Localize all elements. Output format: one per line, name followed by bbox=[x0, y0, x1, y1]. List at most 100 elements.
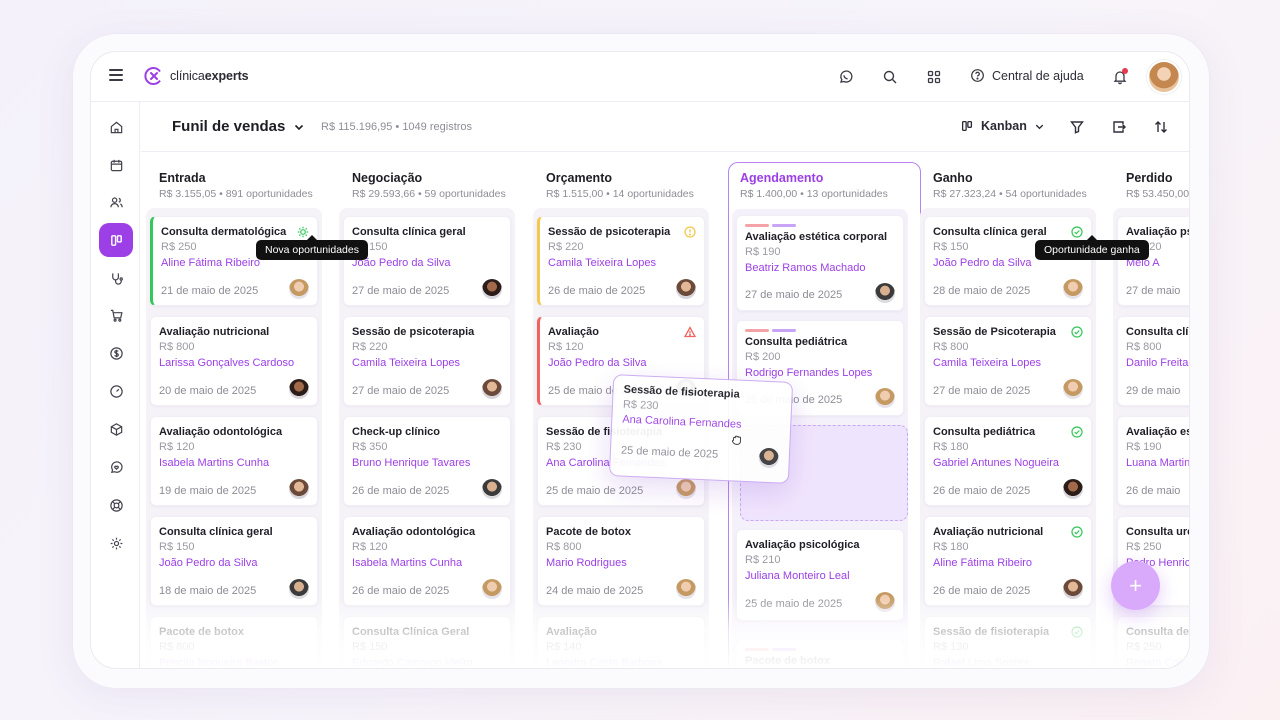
avatar bbox=[676, 479, 696, 499]
chevron-down-icon bbox=[295, 124, 304, 130]
card-title: Avaliação ps bbox=[1126, 226, 1190, 238]
kanban-icon[interactable] bbox=[99, 223, 133, 257]
logo-mark-icon bbox=[144, 67, 161, 85]
dollar-icon[interactable] bbox=[99, 336, 133, 370]
opportunity-card[interactable]: Avaliação es R$ 190 Luana Martin 26 de maio bbox=[1117, 416, 1190, 506]
card-client: João Pedro da Silva bbox=[548, 357, 647, 369]
settings-icon[interactable] bbox=[99, 526, 133, 560]
card-title: Consulta pediátrica bbox=[745, 336, 848, 348]
opportunity-card[interactable]: Consulta clínica geral R$ 150 João Pedro d… bbox=[343, 216, 511, 306]
avatar bbox=[482, 279, 502, 299]
view-selector[interactable]: Kanban bbox=[960, 119, 1045, 133]
opportunity-card[interactable]: Pacote de botox R$ 800 Priscila Nogueira B… bbox=[150, 616, 318, 668]
menu-icon[interactable] bbox=[109, 69, 123, 81]
card-title: Consulta clínica geral bbox=[352, 226, 466, 238]
opportunity-card[interactable]: Consulta clínica geral R$ 150 João Pedro d… bbox=[150, 516, 318, 606]
box-icon[interactable] bbox=[99, 412, 133, 446]
avatar bbox=[676, 579, 696, 599]
avatar bbox=[289, 479, 309, 499]
warning-circle-icon bbox=[684, 226, 696, 238]
card-date: 19 de maio de 2025 bbox=[159, 485, 257, 497]
opportunity-card[interactable]: Consulta clín R$ 800 Danilo Freita 29 de ma… bbox=[1117, 316, 1189, 406]
card-title: Sessão de psicoterapia bbox=[352, 326, 475, 338]
opportunity-card[interactable]: Avaliação R$ 140 Leandra Costa Barbosa bbox=[537, 616, 705, 668]
check-circle-icon bbox=[1071, 326, 1083, 338]
card-title: Sessão de fisioterapia bbox=[623, 383, 740, 401]
opportunity-card[interactable]: Consulta clínica geral R$ 150 João Pedro d… bbox=[924, 216, 1092, 306]
opportunity-card[interactable]: Sessão de psicoterapia R$ 220 Camila Teixe… bbox=[537, 216, 705, 306]
card-price: R$ 180 bbox=[933, 441, 969, 453]
card-title: Avaliação estética corporal bbox=[745, 231, 888, 243]
opportunity-card[interactable]: Pacote de botox bbox=[736, 639, 904, 668]
opportunity-card[interactable]: Consulta Clínica Geral R$ 150 Eduardo Cama… bbox=[343, 616, 511, 668]
support-icon[interactable] bbox=[99, 488, 133, 522]
avatar bbox=[676, 279, 696, 299]
calendar-icon[interactable] bbox=[99, 148, 133, 182]
card-client: Aline Fátima Ribeiro bbox=[933, 557, 1033, 569]
card-date: 26 de maio de 2025 bbox=[933, 585, 1031, 597]
opportunity-card[interactable]: Avaliação nutricional R$ 180 Aline Fátima … bbox=[924, 516, 1092, 606]
card-date: 25 de maio de 2025 bbox=[546, 485, 644, 497]
opportunity-card[interactable]: Consulta pediátrica R$ 180 Gabriel Antunes… bbox=[924, 416, 1092, 506]
home-icon[interactable] bbox=[99, 110, 133, 144]
dragged-card[interactable]: Sessão de fisioterapia R$ 230 Ana Caroli… bbox=[608, 374, 794, 484]
opportunity-card[interactable]: Avaliação psR$ 220Melo A27 de maio bbox=[1117, 216, 1190, 306]
card-price: R$ 250 bbox=[161, 241, 197, 253]
card-tags bbox=[745, 329, 796, 332]
column-summary: R$ 27.323,24 • 54 oportunidades bbox=[933, 188, 1087, 200]
opportunity-card[interactable]: Check-up clínico R$ 350 Bruno Henrique Tav… bbox=[343, 416, 511, 506]
tooltip-new: Nova oportunidades bbox=[256, 235, 368, 260]
cart-icon[interactable] bbox=[99, 298, 133, 332]
filter-icon[interactable] bbox=[1069, 119, 1085, 135]
card-price: R$ 230 bbox=[622, 398, 659, 413]
opportunity-card[interactable]: Consulta dermatológica R$ 250 Aline Fátima… bbox=[150, 216, 318, 306]
alert-triangle-icon bbox=[684, 326, 696, 338]
opportunity-card[interactable]: Avaliação psicológica R$ 210 Juliana Monte… bbox=[736, 529, 904, 621]
opportunity-card[interactable]: Consulta der R$ 250 Renata Colu bbox=[1117, 616, 1189, 668]
add-opportunity-button[interactable]: + bbox=[1111, 561, 1160, 610]
user-avatar[interactable] bbox=[1147, 60, 1181, 94]
search-icon[interactable] bbox=[882, 69, 898, 85]
logo[interactable]: clínicaexperts bbox=[142, 64, 249, 88]
card-title: Avaliação es bbox=[1126, 426, 1190, 438]
apps-grid-icon[interactable] bbox=[926, 69, 942, 85]
avatar bbox=[1063, 479, 1083, 499]
opportunity-card[interactable]: Sessão de psicoterapia R$ 220 Camila Teixe… bbox=[343, 316, 511, 406]
column-title: Negociação bbox=[352, 171, 423, 185]
column-title: Agendamento bbox=[740, 171, 824, 185]
card-title: Consulta dermatológica bbox=[161, 226, 287, 238]
whatsapp-icon[interactable] bbox=[838, 69, 854, 85]
help-icon bbox=[971, 69, 984, 82]
opportunity-card[interactable]: Avaliação estética corporal R$ 190 Beatriz… bbox=[736, 215, 904, 311]
export-icon[interactable] bbox=[1111, 119, 1127, 135]
avatar bbox=[1063, 579, 1083, 599]
avatar bbox=[1063, 379, 1083, 399]
opportunity-card[interactable]: Pacote de botox R$ 800 Mario Rodrigues 24 d… bbox=[537, 516, 705, 606]
card-list: Consulta clínica geral R$ 150 João Pedro d… bbox=[920, 208, 1096, 668]
board-toolbar: Funil de vendas R$ 115.196,95 • 1049 reg… bbox=[141, 102, 1189, 152]
stethoscope-icon[interactable] bbox=[99, 261, 133, 295]
view-label: Kanban bbox=[981, 119, 1027, 133]
heart-chat-icon[interactable] bbox=[99, 450, 133, 484]
opportunity-card[interactable]: Avaliação odontológica R$ 120 Isabela Mart… bbox=[343, 516, 511, 606]
gauge-icon[interactable] bbox=[99, 374, 133, 408]
users-icon[interactable] bbox=[99, 185, 133, 219]
card-price: R$ 150 bbox=[352, 641, 388, 653]
help-center-link[interactable]: Central de ajuda bbox=[970, 68, 1084, 83]
help-label: Central de ajuda bbox=[992, 68, 1084, 83]
opportunity-card[interactable]: Avaliação nutricional R$ 800 Larissa Gonça… bbox=[150, 316, 318, 406]
card-client: Gabriel Antunes Nogueira bbox=[933, 457, 1059, 469]
funnel-selector[interactable]: Funil de vendas bbox=[172, 118, 305, 135]
opportunity-card[interactable]: Sessão de Psicoterapia R$ 800 Camila Teixe… bbox=[924, 316, 1092, 406]
card-price: R$ 190 bbox=[1126, 441, 1162, 453]
card-client: Larissa Gonçalves Cardoso bbox=[159, 357, 295, 369]
opportunity-card[interactable]: Sessão de fisioterapia R$ 130 Rafael Lima … bbox=[924, 616, 1092, 668]
card-title: Consulta urc bbox=[1126, 526, 1190, 538]
card-date: 26 de maio de 2025 bbox=[933, 485, 1031, 497]
card-title: Sessão de fisioterapia bbox=[933, 626, 1050, 638]
sort-icon[interactable] bbox=[1153, 119, 1169, 135]
avatar bbox=[758, 447, 780, 469]
kanban-view-icon bbox=[961, 120, 973, 132]
opportunity-card[interactable]: Avaliação odontológica R$ 120 Isabela Mart… bbox=[150, 416, 318, 506]
card-client: Danilo Freita bbox=[1126, 357, 1189, 369]
